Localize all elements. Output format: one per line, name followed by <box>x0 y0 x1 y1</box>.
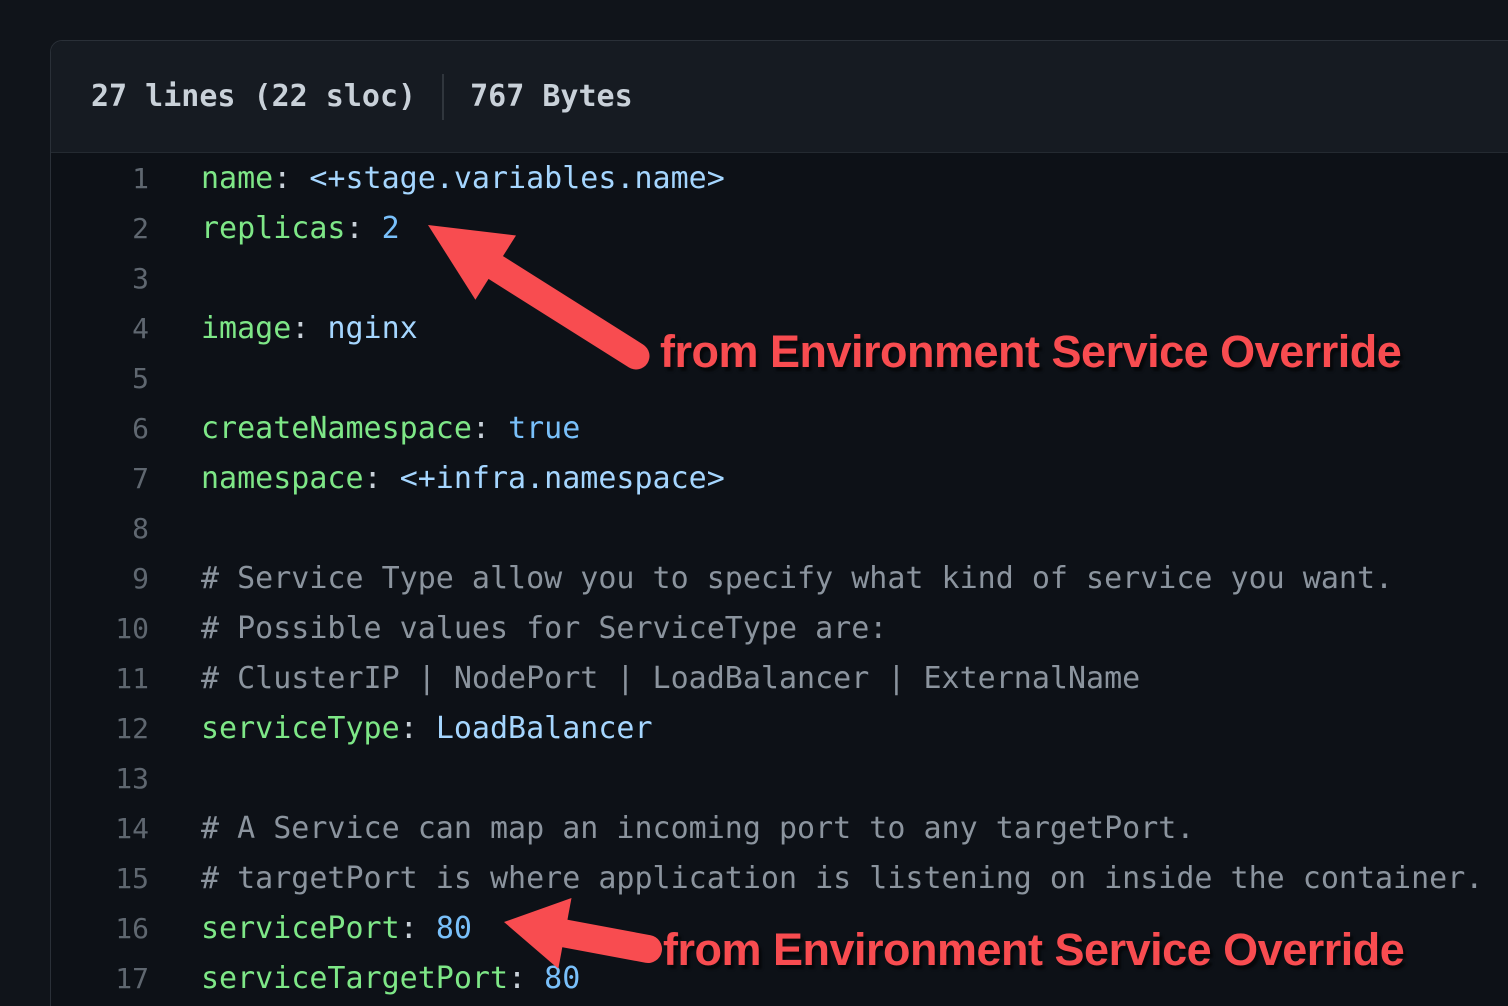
line-number[interactable]: 8 <box>51 512 149 545</box>
line-number[interactable]: 3 <box>51 262 149 295</box>
code-line-8: 8 <box>51 503 1508 553</box>
file-size: 767 Bytes <box>470 79 633 114</box>
code-line-3: 3 <box>51 253 1508 303</box>
code-line-9: 9 # Service Type allow you to specify wha… <box>51 553 1508 603</box>
code-line-text: name: <+stage.variables.name> <box>201 161 725 196</box>
file-lines-info: 27 lines (22 sloc) <box>91 79 416 114</box>
code-line-2: 2 replicas: 2 <box>51 203 1508 253</box>
code-line-text: namespace: <+infra.namespace> <box>201 461 725 496</box>
code-line-text: # Possible values for ServiceType are: <box>201 611 887 646</box>
line-number[interactable]: 10 <box>51 612 149 645</box>
line-number[interactable]: 7 <box>51 462 149 495</box>
file-viewer-card: 27 lines (22 sloc) 767 Bytes 1 name: <+st… <box>50 40 1508 1006</box>
line-number[interactable]: 4 <box>51 312 149 345</box>
code-line-text: # A Service can map an incoming port to … <box>201 811 1194 846</box>
line-number[interactable]: 13 <box>51 762 149 795</box>
code-line-7: 7 namespace: <+infra.namespace> <box>51 453 1508 503</box>
code-line-text: createNamespace: true <box>201 411 580 446</box>
line-number[interactable]: 11 <box>51 662 149 695</box>
code-line-6: 6 createNamespace: true <box>51 403 1508 453</box>
code-line-12: 12 serviceType: LoadBalancer <box>51 703 1508 753</box>
code-line-text: servicePort: 80 <box>201 911 472 946</box>
code-blob: 1 name: <+stage.variables.name> 2 replicas:… <box>51 153 1508 1003</box>
line-number[interactable]: 17 <box>51 962 149 995</box>
code-line-13: 13 <box>51 753 1508 803</box>
code-line-11: 11 # ClusterIP | NodePort | LoadBalancer … <box>51 653 1508 703</box>
code-line-text: serviceTargetPort: 80 <box>201 961 580 996</box>
code-line-text: # ClusterIP | NodePort | LoadBalancer | … <box>201 661 1140 696</box>
code-line-1: 1 name: <+stage.variables.name> <box>51 153 1508 203</box>
line-number[interactable]: 2 <box>51 212 149 245</box>
line-number[interactable]: 15 <box>51 862 149 895</box>
header-divider <box>442 74 444 120</box>
code-line-text: image: nginx <box>201 311 418 346</box>
annotation-label: from Environment Service Override <box>663 924 1404 976</box>
code-line-15: 15 # targetPort is where application is l… <box>51 853 1508 903</box>
annotation-label: from Environment Service Override <box>660 326 1401 378</box>
code-line-text: # Service Type allow you to specify what… <box>201 561 1393 596</box>
line-number[interactable]: 1 <box>51 162 149 195</box>
line-number[interactable]: 5 <box>51 362 149 395</box>
code-line-text: serviceType: LoadBalancer <box>201 711 653 746</box>
line-number[interactable]: 16 <box>51 912 149 945</box>
code-line-10: 10 # Possible values for ServiceType are: <box>51 603 1508 653</box>
line-number[interactable]: 9 <box>51 562 149 595</box>
line-number[interactable]: 12 <box>51 712 149 745</box>
code-line-text: replicas: 2 <box>201 211 400 246</box>
code-line-text: # targetPort is where application is lis… <box>201 861 1483 896</box>
file-header: 27 lines (22 sloc) 767 Bytes <box>51 41 1508 153</box>
line-number[interactable]: 14 <box>51 812 149 845</box>
code-line-14: 14 # A Service can map an incoming port t… <box>51 803 1508 853</box>
line-number[interactable]: 6 <box>51 412 149 445</box>
